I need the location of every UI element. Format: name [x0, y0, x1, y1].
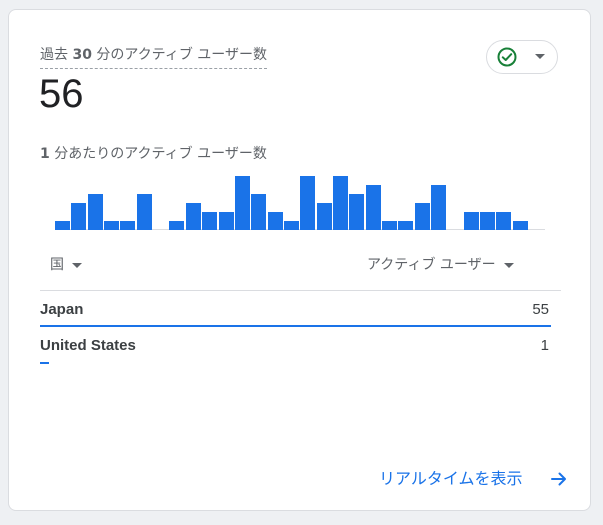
chart-bar	[398, 221, 414, 230]
table-row-value: 1	[540, 337, 549, 354]
arrow-right-icon[interactable]	[549, 469, 569, 489]
chart-bar	[202, 212, 218, 230]
subtitle-number: 1	[40, 146, 50, 162]
check-circle-icon	[497, 47, 517, 67]
active-users-count: 56	[39, 72, 84, 116]
view-realtime-link[interactable]: リアルタイムを表示	[379, 469, 523, 489]
sort-caret-icon	[503, 262, 514, 268]
chart-bar	[349, 194, 365, 230]
table-row-country: Japan	[40, 301, 84, 318]
active-users-column-header[interactable]: アクティブ ユーザー	[367, 256, 514, 274]
subtitle-text: 分あたりのアクティブ ユーザー数	[49, 146, 267, 162]
chart-bar	[365, 185, 381, 230]
sort-caret-icon	[72, 262, 82, 268]
chevron-down-icon	[535, 54, 545, 59]
chart-bar	[234, 176, 250, 230]
chart-bar	[332, 176, 348, 230]
chart-bar	[251, 194, 267, 230]
chart-bar	[169, 221, 185, 230]
title-number: 30	[72, 47, 92, 63]
table-row-country: United States	[40, 337, 136, 354]
chart-bar	[414, 203, 430, 230]
chart-bar	[431, 185, 447, 230]
per-minute-bar-chart	[55, 170, 545, 230]
chart-bar	[300, 176, 316, 230]
chart-bar	[316, 203, 332, 230]
chart-bar	[136, 194, 152, 230]
chart-bar	[104, 221, 120, 230]
chart-bar	[185, 203, 201, 230]
table-row-share-bar	[40, 362, 50, 364]
chart-bar	[87, 194, 103, 230]
country-column-header[interactable]: 国	[50, 256, 82, 274]
chart-bar	[283, 221, 299, 230]
chart-bar	[382, 221, 397, 230]
chart-bar	[71, 203, 87, 230]
title-suffix: 分のアクティブ ユーザー数	[91, 47, 268, 63]
chart-bar	[463, 212, 479, 230]
country-header-label: 国	[50, 257, 64, 273]
chart-bar	[480, 212, 496, 230]
title-prefix: 過去	[40, 47, 73, 63]
table-row-share-bar	[40, 325, 551, 327]
table-row-value: 55	[532, 301, 549, 318]
chart-bar	[218, 212, 234, 230]
active-users-header-label: アクティブ ユーザー	[367, 257, 496, 273]
chart-bar	[120, 221, 136, 230]
per-minute-subtitle: 1 分あたりのアクティブ ユーザー数	[40, 145, 267, 163]
chart-bar	[267, 212, 283, 230]
chart-bar	[496, 212, 512, 230]
card-title[interactable]: 過去 30 分のアクティブ ユーザー数	[40, 46, 268, 69]
chart-bar	[55, 221, 70, 230]
chart-bar	[512, 221, 528, 230]
realtime-users-card: 過去 30 分のアクティブ ユーザー数 56 1 分あたりのアクティブ ユーザー…	[8, 9, 591, 511]
status-dropdown-button[interactable]	[486, 40, 558, 74]
table-header-divider	[40, 290, 561, 291]
